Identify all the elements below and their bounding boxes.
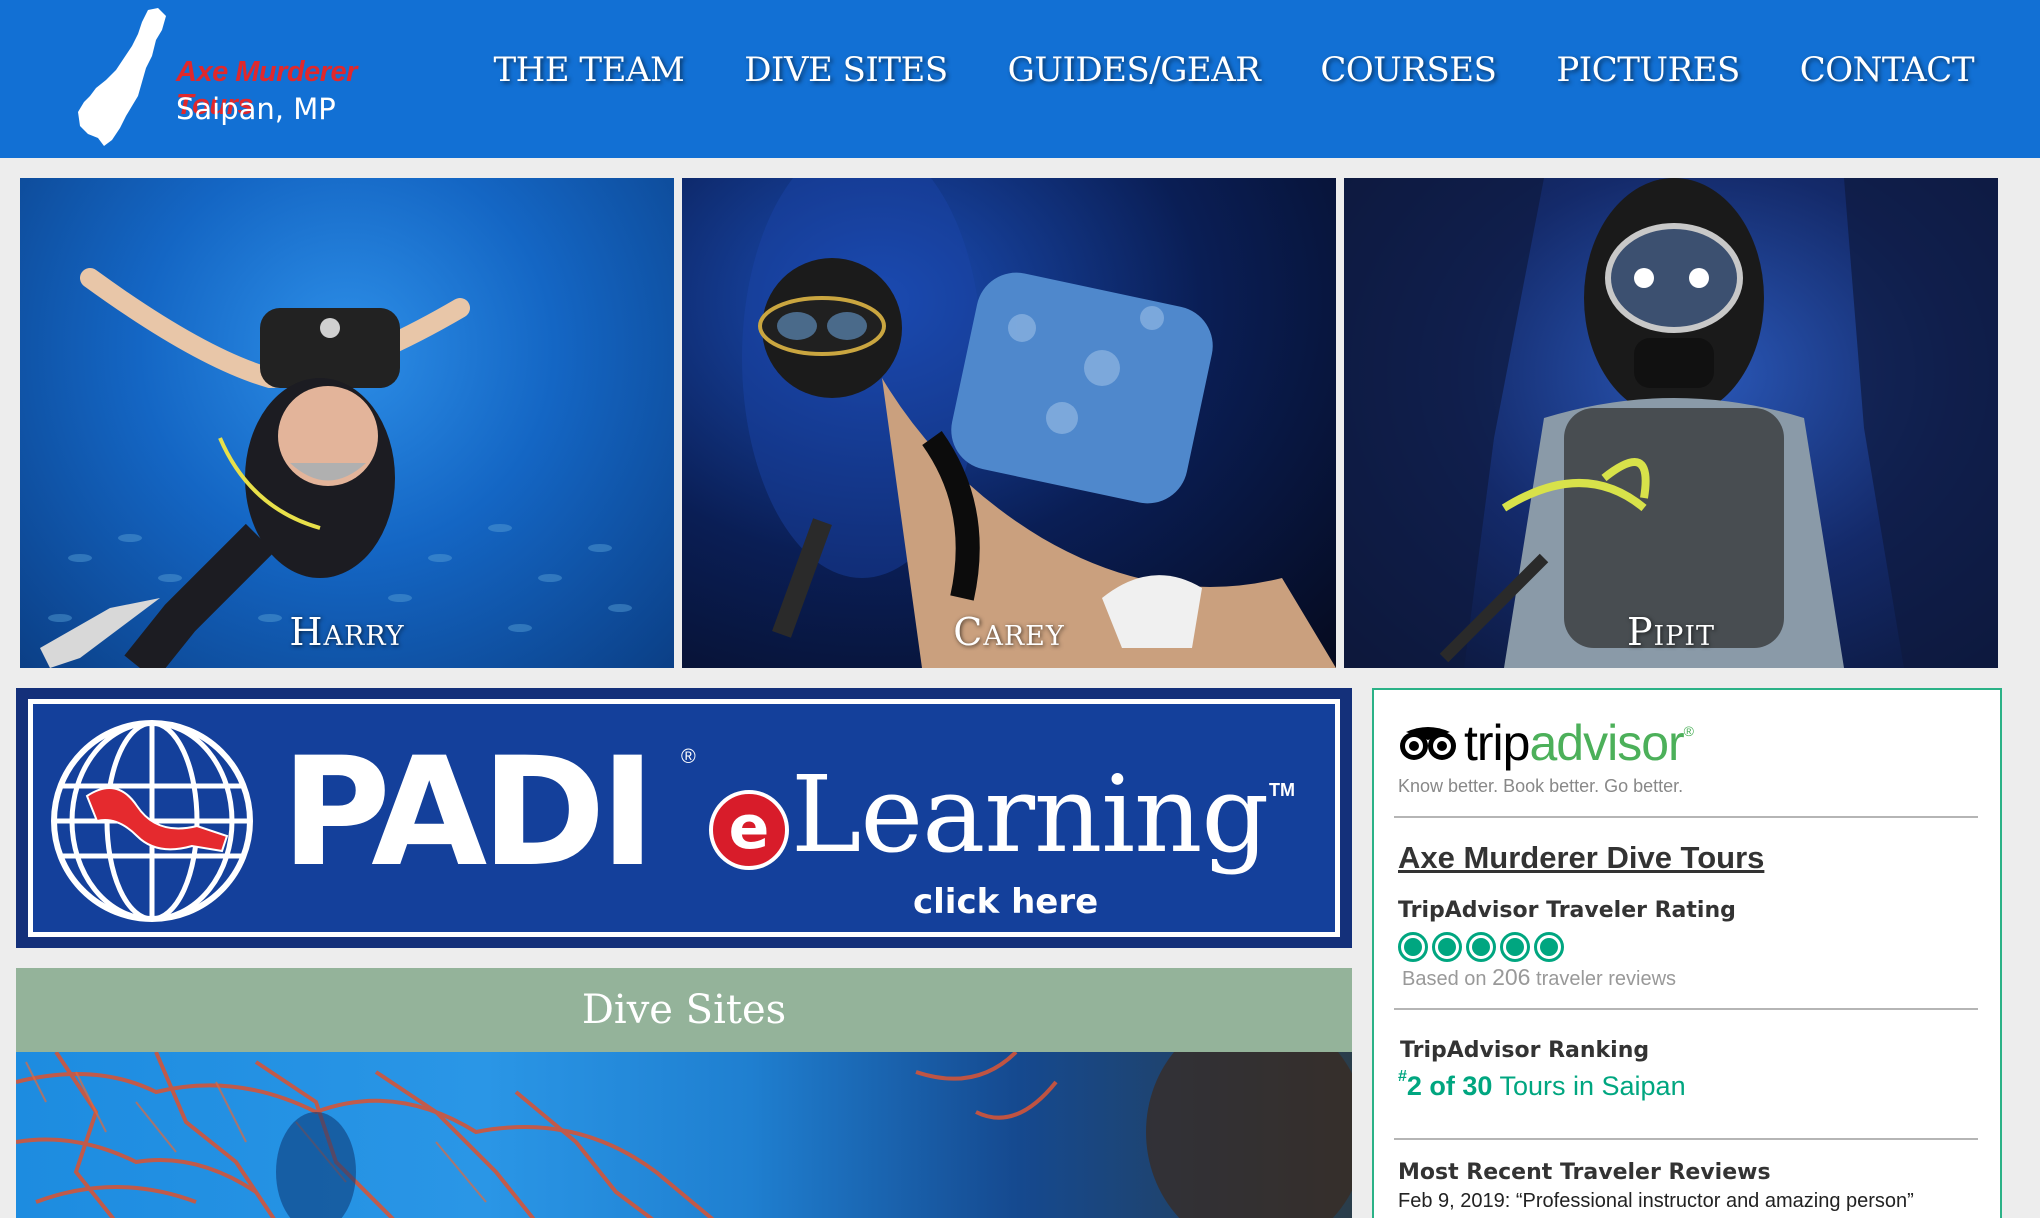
team-name-pipit: Pipit (1626, 610, 1716, 654)
ranking-hash: # (1398, 1068, 1407, 1085)
ranking-label: TripAdvisor Ranking (1400, 1038, 1650, 1063)
nav-item-pictures[interactable]: PICTURES (1556, 50, 1740, 90)
reviews-prefix: Based on (1402, 968, 1487, 990)
rating-bubble-icon (1500, 932, 1530, 962)
tripadvisor-widget: tripadvisor® Know better. Book better. G… (1372, 688, 2002, 1218)
rating-label: TripAdvisor Traveler Rating (1398, 898, 1736, 923)
saipan-island-icon (78, 8, 166, 146)
divider (1394, 1138, 1978, 1140)
divider (1394, 816, 1978, 818)
team-gallery: Harry Carey Pipit (20, 178, 1998, 668)
padi-registered-mark: ® (681, 746, 696, 768)
padi-banner-frame: PADI ® e Learning TM click here (28, 699, 1340, 937)
rating-bubble-icon (1534, 932, 1564, 962)
team-member-harry[interactable]: Harry (20, 178, 674, 668)
carey-photo (742, 178, 1336, 668)
ranking-number: 2 of 30 (1406, 1071, 1493, 1101)
rating-bubbles (1398, 932, 1564, 962)
site-header: Axe Murderer Tours Saipan, MP THE TEAM D… (0, 0, 2040, 158)
reviews-suffix: traveler reviews (1536, 968, 1677, 990)
tripadvisor-registered-mark: ® (1683, 723, 1694, 739)
team-member-carey[interactable]: Carey (682, 178, 1336, 668)
tripadvisor-owl-icon (1400, 727, 1456, 760)
recent-review-item[interactable]: Feb 9, 2019: “Professional instructor an… (1398, 1190, 1914, 1213)
harry-photo (40, 268, 632, 668)
rating-bubble-icon (1466, 932, 1496, 962)
padi-elearning-banner[interactable]: PADI ® e Learning TM click here (16, 688, 1352, 948)
padi-wordmark: PADI (281, 726, 656, 900)
tripadvisor-wordmark: tripadvisor® (1464, 714, 1694, 772)
tripadvisor-wordmark-advisor: advisor (1529, 715, 1684, 771)
rating-bubble-icon (1432, 932, 1462, 962)
reviews-number: 206 (1492, 964, 1531, 990)
elearning-trademark: TM (1269, 780, 1295, 800)
nav-item-contact[interactable]: CONTACT (1800, 50, 1975, 90)
nav-item-the-team[interactable]: THE TEAM (493, 50, 684, 90)
padi-click-here[interactable]: click here (913, 882, 1098, 922)
sea-fan-coral-image (16, 1052, 1352, 1218)
nav-item-guides-gear[interactable]: GUIDES/GEAR (1008, 50, 1261, 90)
team-member-pipit[interactable]: Pipit (1344, 178, 1998, 668)
site-logo[interactable]: Axe Murderer Tours Saipan, MP (76, 6, 436, 151)
elearning-e-badge: e (709, 790, 789, 870)
nav-item-courses[interactable]: COURSES (1320, 50, 1497, 90)
elearning-wordmark: Learning (791, 753, 1269, 876)
nav-item-dive-sites[interactable]: DIVE SITES (744, 50, 948, 90)
tripadvisor-wordmark-trip: trip (1464, 715, 1530, 771)
business-name-link[interactable]: Axe Murderer Dive Tours (1398, 840, 1764, 876)
dive-sites-title[interactable]: Dive Sites (16, 968, 1352, 1052)
dive-sites-photo[interactable] (16, 1052, 1352, 1218)
divider (1394, 1008, 1978, 1010)
team-name-harry: Harry (289, 610, 405, 654)
recent-reviews-label: Most Recent Traveler Reviews (1398, 1160, 1771, 1185)
ranking-suffix: Tours in Saipan (1499, 1071, 1686, 1101)
rating-bubble-icon (1398, 932, 1428, 962)
team-name-carey: Carey (953, 610, 1065, 654)
ranking-value[interactable]: #2 of 30 Tours in Saipan (1398, 1068, 1686, 1102)
dive-sites-section: Dive Sites (16, 968, 1352, 1218)
tripadvisor-tagline: Know better. Book better. Go better. (1398, 776, 1684, 796)
padi-globe-diver-icon (51, 720, 253, 922)
reviews-count[interactable]: Based on 206 traveler reviews (1402, 964, 1676, 991)
pipit-photo (1344, 178, 1998, 668)
brand-location: Saipan, MP (176, 92, 336, 126)
main-nav: THE TEAM DIVE SITES GUIDES/GEAR COURSES … (433, 50, 1974, 90)
